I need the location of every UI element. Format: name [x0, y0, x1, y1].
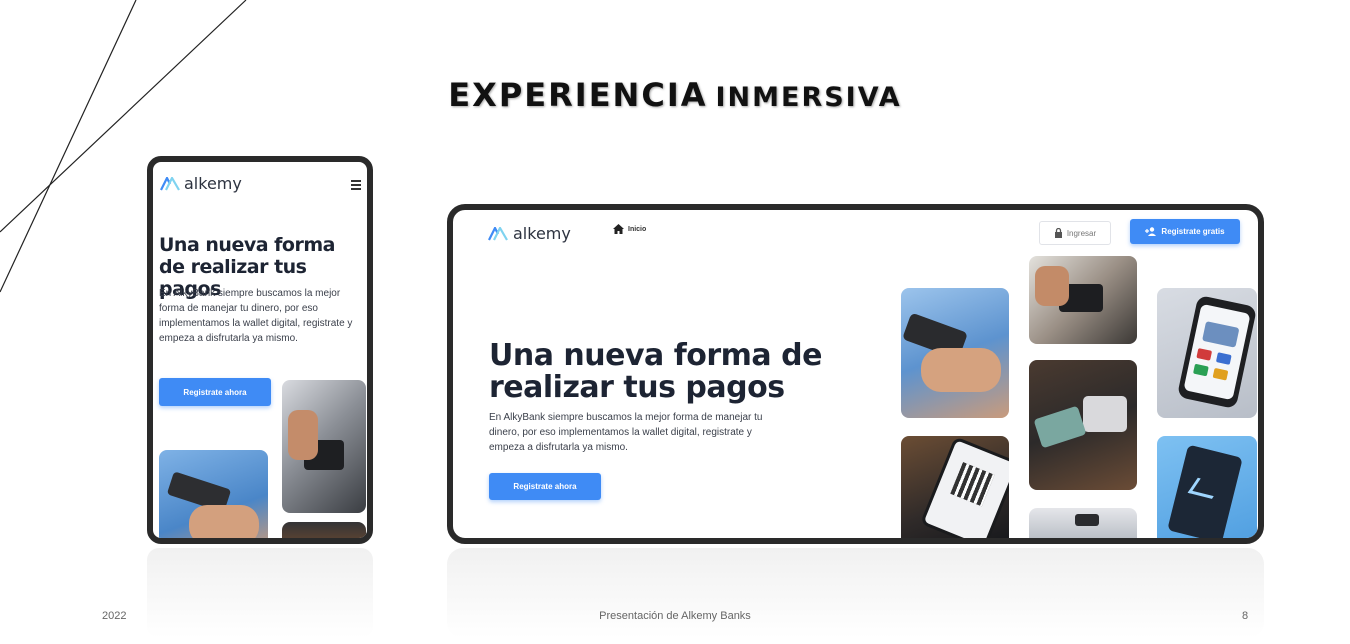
desktop-reflection — [447, 548, 1264, 638]
signup-label: Registrate gratis — [1161, 227, 1225, 236]
page-number: 8 — [1242, 610, 1249, 622]
slide-title-bold: EXPERIENCIA — [448, 76, 708, 114]
photo-contactless-pay — [1029, 360, 1137, 490]
photo-card-terminal — [1029, 256, 1137, 344]
nav-home-link[interactable]: Inicio — [613, 224, 646, 234]
logo-text: alkemy — [184, 174, 242, 193]
photo-card-terminal — [282, 380, 366, 513]
slide-title-rest: INMERSIVA — [715, 82, 902, 113]
phone-mockup: alkemy Una nueva forma de realizar tus p… — [147, 156, 373, 544]
photo-qr-payment — [901, 436, 1009, 538]
alkemy-logo-icon — [160, 176, 180, 191]
desktop-hero-text: En AlkyBank siempre buscamos la mejor fo… — [489, 412, 763, 453]
photo-hand-phone — [159, 450, 268, 538]
home-icon — [613, 224, 624, 234]
slide-title: EXPERIENCIA INMERSIVA — [0, 76, 1350, 114]
logo-text: alkemy — [513, 224, 571, 243]
lock-icon — [1054, 228, 1062, 238]
photo-phone-app — [1157, 288, 1257, 418]
desktop-logo[interactable]: alkemy — [487, 224, 571, 243]
login-label: Ingresar — [1066, 228, 1097, 238]
phone-reflection — [147, 548, 373, 638]
nav-home-label: Inicio — [628, 225, 647, 233]
desktop-hero-title: Una nueva forma de realizar tus pagos — [489, 338, 822, 405]
mobile-logo[interactable]: alkemy — [160, 174, 242, 193]
add-user-icon — [1145, 227, 1157, 236]
login-button[interactable]: Ingresar — [1039, 221, 1111, 245]
desktop-mockup: alkemy Inicio Ingresar Registrate gratis… — [447, 204, 1264, 544]
alkemy-logo-icon — [488, 226, 508, 241]
photo-hand-phone — [901, 288, 1009, 418]
mobile-hero-text: En AlkyBank siempre buscamos la mejor fo… — [159, 288, 353, 344]
footer-center: Presentación de Alkemy Banks — [599, 610, 751, 622]
desktop-register-button[interactable]: Registrate ahora — [489, 473, 601, 500]
mobile-register-button[interactable]: Registrate ahora — [159, 378, 271, 406]
hamburger-icon[interactable] — [351, 180, 361, 190]
photo-credit-card — [1157, 436, 1257, 538]
photo-card-bottom — [1029, 508, 1137, 538]
signup-button[interactable]: Registrate gratis — [1130, 219, 1240, 244]
photo-card-bottom — [282, 522, 366, 538]
